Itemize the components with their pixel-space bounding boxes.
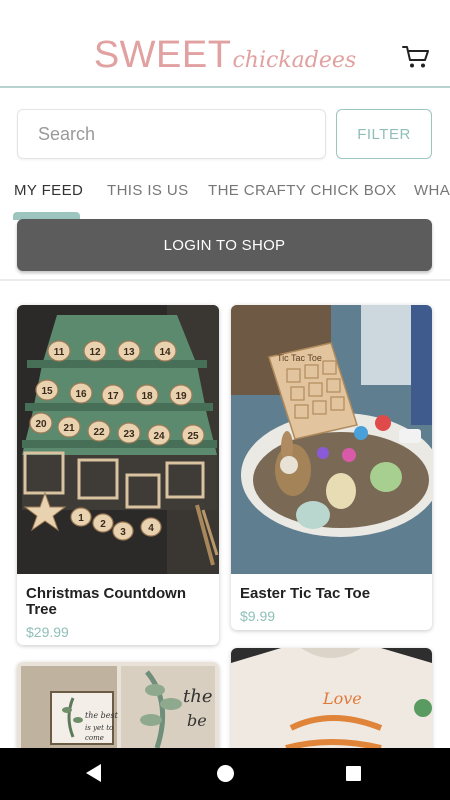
svg-text:24: 24 [153,431,165,442]
svg-text:1: 1 [78,513,84,524]
product-title-line1: Christmas Countdown [26,585,186,602]
svg-text:3: 3 [120,527,126,538]
logo-main-text: SWEET [93,34,232,76]
product-image-easter-tic-tac-toe: Tic Tac Toe [231,305,432,574]
product-card[interactable]: Tic Tac Toe Easter Tic Tac Toe $9.99 [231,305,432,630]
shopping-cart-icon[interactable] [402,44,430,70]
product-price: $29.99 [26,624,69,640]
section-divider [0,279,450,281]
tab-crafty-chick-box[interactable]: THE CRAFTY CHICK BOX [208,182,397,199]
svg-text:4: 4 [148,523,154,534]
search-box [17,109,326,159]
svg-text:11: 11 [54,347,65,358]
filter-button[interactable]: FILTER [336,109,432,159]
app-header: SWEETchickadees [0,0,450,88]
tab-this-is-us[interactable]: THIS IS US [107,182,189,199]
svg-text:the: the [183,686,212,707]
svg-text:14: 14 [159,347,171,358]
search-input[interactable] [18,110,325,158]
recents-square-icon[interactable] [346,766,361,781]
svg-text:2: 2 [100,519,106,530]
svg-text:come: come [85,734,104,742]
brand-logo[interactable]: SWEETchickadees [0,34,450,77]
svg-text:is yet to: is yet to [85,724,113,732]
system-navigation-bar [0,748,450,800]
svg-text:19: 19 [175,391,187,402]
product-title: Easter Tic Tac Toe [240,585,371,602]
svg-text:17: 17 [107,391,119,402]
product-title: Christmas Countdown Tree [26,586,186,618]
tab-my-feed[interactable]: MY FEED [14,182,83,199]
svg-text:18: 18 [141,391,153,402]
login-to-shop-button[interactable]: LOGIN TO SHOP [17,219,432,271]
product-title-line2: Tree [26,601,57,618]
product-price: $9.99 [240,608,276,624]
board-label: Tic Tac Toe [277,353,322,363]
shirt-graphic-text: Love [322,689,362,708]
product-card[interactable]: 11 12 13 14 15 16 17 18 19 20 21 22 23 24 25 1234 Ch… [17,305,219,645]
home-circle-icon[interactable] [217,765,234,782]
svg-text:20: 20 [35,419,47,430]
tab-what[interactable]: WHA [414,182,450,199]
svg-text:15: 15 [41,386,53,397]
svg-text:21: 21 [63,423,75,434]
svg-text:22: 22 [93,427,105,438]
logo-script-text: chickadees [232,48,357,73]
svg-text:13: 13 [123,347,135,358]
svg-text:16: 16 [75,389,87,400]
svg-text:23: 23 [123,429,135,440]
back-triangle-icon[interactable] [86,764,101,782]
product-image-christmas-tree: 11 12 13 14 15 16 17 18 19 20 21 22 23 24 25 123 4 [17,305,219,574]
category-tabs: MY FEED THIS IS US THE CRAFTY CHICK BOX … [0,170,450,216]
svg-text:be: be [187,711,207,730]
svg-text:12: 12 [89,347,101,358]
svg-text:25: 25 [187,431,199,442]
svg-text:the best: the best [85,711,119,720]
